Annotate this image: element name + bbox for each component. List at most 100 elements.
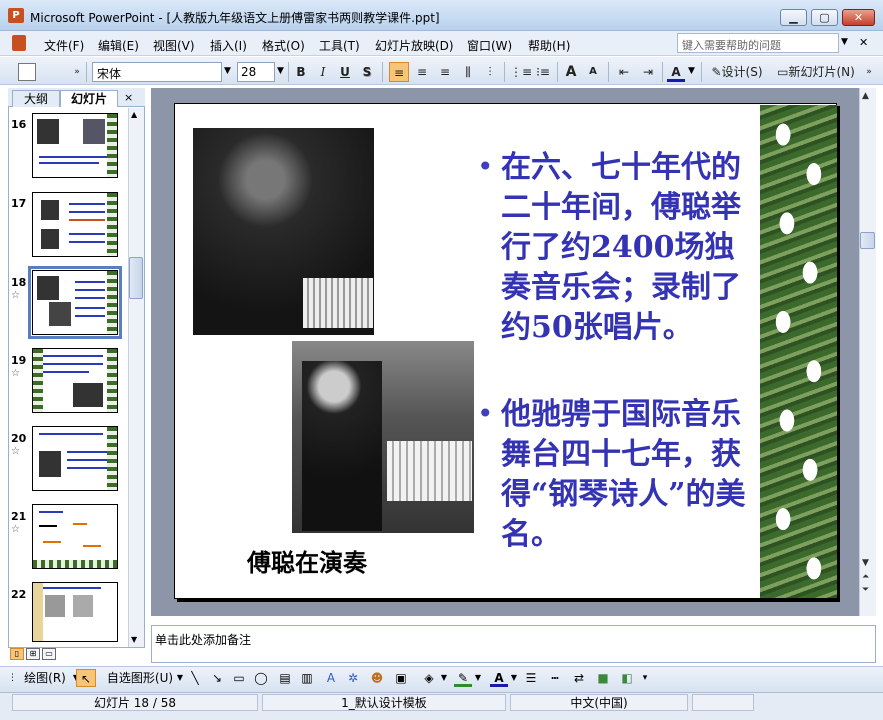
text-direction-icon[interactable]: ⫶ [480, 62, 500, 82]
slide-thumbnail-18[interactable] [28, 266, 122, 339]
notes-pane[interactable]: 单击此处添加备注 [151, 625, 876, 663]
align-center-button[interactable]: ≡ [412, 62, 432, 82]
insert-picture-icon[interactable]: ▣ [392, 669, 410, 687]
fill-color-dropdown-icon[interactable]: ▼ [440, 669, 448, 687]
slide-scrollbar[interactable] [859, 88, 876, 616]
arrow-style-icon[interactable]: ⇄ [570, 669, 588, 687]
scroll-down-icon[interactable]: ▼ [862, 558, 869, 568]
tab-slides[interactable]: 幻灯片 [60, 90, 118, 107]
drawing-toolbar-options-icon[interactable]: ▾ [640, 669, 650, 687]
autoshapes-button[interactable]: 自选图形(U) [104, 669, 176, 687]
next-slide-icon[interactable]: ⏷ [862, 585, 869, 595]
clip-art-icon[interactable]: ☻ [368, 669, 386, 687]
scroll-down-icon[interactable]: ▼ [131, 635, 137, 644]
font-name-dropdown-icon[interactable]: ▼ [224, 66, 231, 76]
diagram-icon[interactable]: ✲ [344, 669, 362, 687]
bullet-text-2[interactable]: 他驰骋于国际音乐舞台四十七年，获得“钢琴诗人”的美名。 [501, 395, 746, 555]
bold-button[interactable]: B [292, 62, 310, 82]
vertical-text-box-icon[interactable]: ▥ [298, 669, 316, 687]
panel-close-icon[interactable]: × [124, 91, 133, 104]
bullet-text-1[interactable]: 在六、七十年代的二十年间，傅聪举行了约2400场独奏音乐会；录制了约50张唱片。 [501, 148, 746, 348]
menu-file[interactable]: 文件(F) [44, 37, 84, 54]
menu-window[interactable]: 窗口(W) [467, 37, 512, 54]
restore-button[interactable]: ▢ [811, 9, 838, 26]
menu-edit[interactable]: 编辑(E) [98, 37, 139, 54]
help-search-input[interactable]: 键入需要帮助的问题 [677, 33, 839, 53]
font-size-select[interactable]: 28 [237, 62, 275, 82]
slide-scroll-thumb[interactable] [860, 232, 875, 249]
autoshapes-dropdown-icon[interactable]: ▼ [176, 669, 184, 687]
underline-button[interactable]: U [336, 62, 354, 82]
shadow-style-icon[interactable]: ■ [594, 669, 612, 687]
menu-tools[interactable]: 工具(T) [319, 37, 360, 54]
scroll-up-icon[interactable]: ▲ [131, 110, 137, 119]
slideshow-view-icon[interactable]: ▭ [42, 648, 56, 660]
toolbar-options-icon[interactable]: » [72, 62, 82, 82]
text-box-icon[interactable]: ▤ [276, 669, 294, 687]
font-color-dropdown-icon[interactable]: ▼ [688, 66, 695, 76]
oval-tool-icon[interactable]: ◯ [252, 669, 270, 687]
normal-view-icon[interactable]: ▯ [10, 648, 24, 660]
draw-menu-button[interactable]: 绘图(R) [18, 669, 72, 687]
slide-thumbnail-21[interactable] [32, 504, 118, 569]
arrow-tool-icon[interactable]: ↘ [208, 669, 226, 687]
vertical-text-icon[interactable]: ⫼ [458, 62, 478, 82]
menu-insert[interactable]: 插入(I) [210, 37, 247, 54]
menu-help[interactable]: 帮助(H) [528, 37, 570, 54]
previous-slide-icon[interactable]: ⏶ [862, 572, 869, 582]
align-left-button[interactable]: ≡ [389, 62, 409, 82]
shadow-button[interactable]: S [358, 62, 376, 82]
minimize-button[interactable]: ▁ [780, 9, 807, 26]
document-menu-icon[interactable] [12, 35, 26, 51]
bullets-icon[interactable]: ⁝≡ [533, 62, 553, 82]
slide-thumbnail-20[interactable] [32, 426, 118, 491]
numbering-icon[interactable]: ⋮≡ [510, 62, 532, 82]
line-color-dropdown-icon[interactable]: ▼ [474, 669, 482, 687]
align-right-button[interactable]: ≡ [435, 62, 455, 82]
tab-outline[interactable]: 大纲 [12, 90, 60, 107]
shrink-font-button[interactable]: A [584, 62, 602, 82]
new-document-icon[interactable] [18, 63, 36, 81]
select-objects-icon[interactable]: ↖ [76, 669, 96, 687]
increase-indent-icon[interactable]: ⇥ [638, 62, 658, 82]
font-color-draw-dropdown-icon[interactable]: ▼ [510, 669, 518, 687]
help-dropdown-icon[interactable]: ▼ [841, 37, 848, 47]
toolbar-overflow-icon[interactable]: » [864, 62, 874, 82]
dash-style-icon[interactable]: ┅ [546, 669, 564, 687]
slide-thumbnail-16[interactable] [32, 113, 118, 178]
menu-slideshow[interactable]: 幻灯片放映(D) [375, 37, 454, 54]
new-slide-button[interactable]: ▭新幻灯片(N) [774, 62, 858, 82]
powerpoint-app-icon[interactable]: P [8, 8, 24, 23]
slides-panel-scrollbar[interactable] [128, 108, 144, 647]
font-name-select[interactable]: 宋体 [92, 62, 222, 82]
line-style-icon[interactable]: ☰ [522, 669, 540, 687]
font-color-draw-icon[interactable]: A [490, 669, 508, 687]
slide-thumbnail-19[interactable] [32, 348, 118, 413]
grow-font-button[interactable]: A [562, 62, 580, 82]
font-color-button[interactable]: A [667, 62, 685, 82]
slide-sorter-view-icon[interactable]: ⊞ [26, 648, 40, 660]
design-button[interactable]: ✎设计(S) [706, 62, 768, 82]
decrease-indent-icon[interactable]: ⇤ [614, 62, 634, 82]
slide-thumbnail-17[interactable] [32, 192, 118, 257]
pianist-photo-2[interactable] [292, 341, 474, 533]
menu-view[interactable]: 视图(V) [153, 37, 195, 54]
line-color-icon[interactable]: ✎ [454, 669, 472, 687]
slide-thumbnail-22[interactable] [32, 582, 118, 642]
3d-style-icon[interactable]: ◧ [618, 669, 636, 687]
italic-button[interactable]: I [314, 62, 332, 82]
scroll-up-icon[interactable]: ▲ [862, 91, 869, 101]
line-tool-icon[interactable]: ╲ [186, 669, 204, 687]
design-template-status[interactable]: 1_默认设计模板 [262, 694, 506, 711]
close-button[interactable]: ✕ [842, 9, 875, 26]
slides-panel-scroll-thumb[interactable] [129, 257, 143, 299]
bullet-marker: • [477, 397, 494, 430]
menu-format[interactable]: 格式(O) [262, 37, 305, 54]
pianist-photo-1[interactable] [193, 128, 374, 335]
rectangle-tool-icon[interactable]: ▭ [230, 669, 248, 687]
fill-color-icon[interactable]: ◈ [420, 669, 438, 687]
font-size-dropdown-icon[interactable]: ▼ [277, 66, 284, 76]
doc-window-controls[interactable]: ✕ [859, 36, 879, 52]
photo-caption[interactable]: 傅聪在演奏 [247, 543, 367, 578]
wordart-icon[interactable]: A [322, 669, 340, 687]
